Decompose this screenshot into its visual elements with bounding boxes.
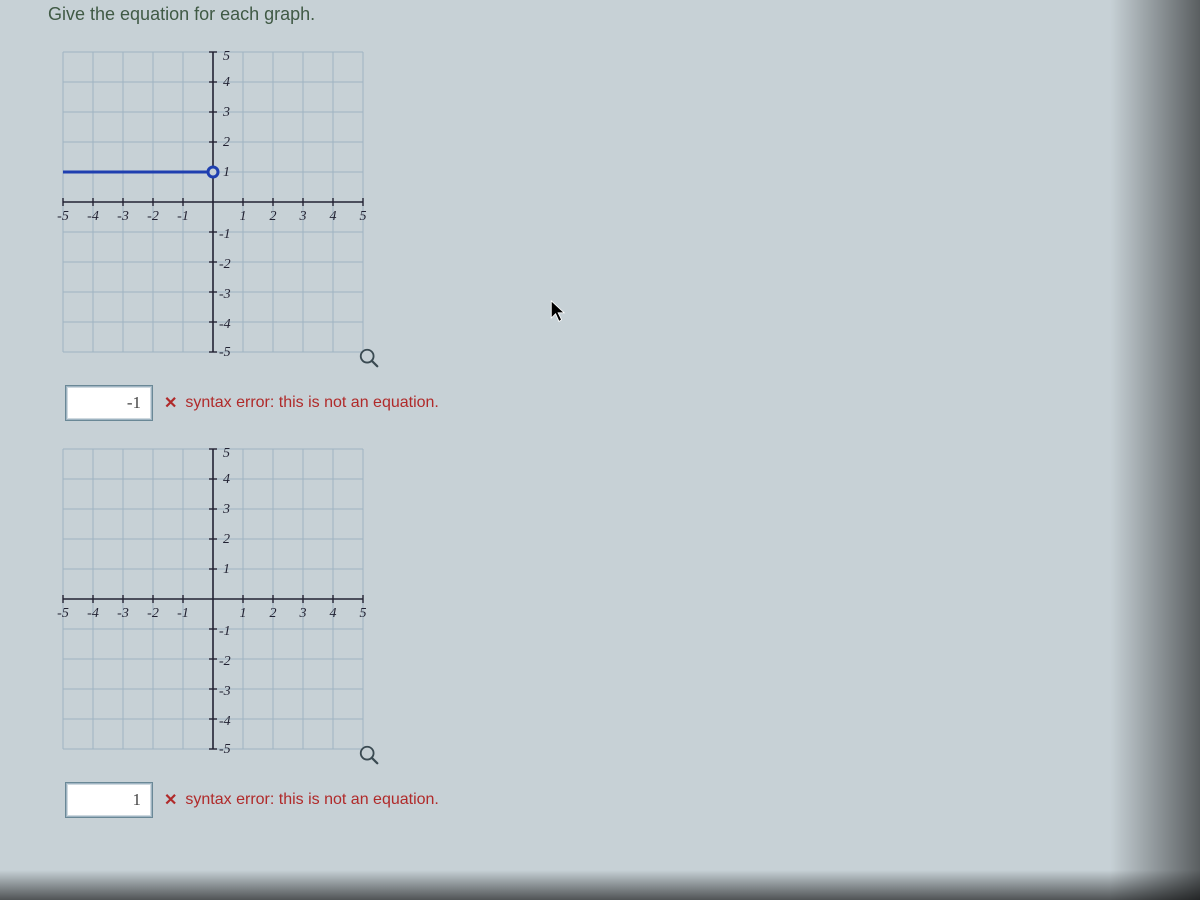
svg-text:5: 5 — [223, 446, 230, 461]
svg-text:4: 4 — [330, 606, 337, 621]
svg-text:4: 4 — [223, 75, 230, 90]
x-icon: ✕ — [164, 790, 177, 810]
svg-text:-4: -4 — [87, 209, 99, 224]
svg-text:-2: -2 — [147, 209, 159, 224]
answer-input-2[interactable] — [66, 783, 152, 817]
coordinate-grid-1: -5 -4 -3 -2 -1 1 2 3 4 5 1 2 3 4 5 -1 -2 — [48, 37, 378, 367]
svg-text:5: 5 — [360, 606, 367, 621]
svg-text:-3: -3 — [219, 287, 231, 302]
svg-text:2: 2 — [270, 606, 277, 621]
magnify-icon[interactable] — [358, 347, 380, 369]
svg-text:1: 1 — [240, 209, 247, 224]
svg-text:-5: -5 — [57, 606, 69, 621]
svg-text:-5: -5 — [219, 742, 231, 757]
svg-text:-5: -5 — [219, 345, 231, 360]
svg-text:-3: -3 — [219, 684, 231, 699]
svg-text:4: 4 — [223, 472, 230, 487]
svg-text:-1: -1 — [219, 624, 231, 639]
svg-text:5: 5 — [360, 209, 367, 224]
svg-text:-1: -1 — [219, 227, 231, 242]
graph-block-2: -5 -4 -3 -2 -1 1 2 3 4 5 1 2 3 4 5 -1 -2 — [48, 434, 1200, 817]
svg-text:5: 5 — [223, 49, 230, 64]
answer-input-1[interactable] — [66, 386, 152, 420]
svg-text:3: 3 — [299, 209, 307, 224]
error-text-2: syntax error: this is not an equation. — [185, 791, 438, 809]
error-text-1: syntax error: this is not an equation. — [185, 394, 438, 412]
svg-text:1: 1 — [223, 165, 230, 180]
svg-text:-1: -1 — [177, 606, 189, 621]
screen-edge-bottom — [0, 870, 1200, 900]
magnify-icon[interactable] — [358, 744, 380, 766]
svg-text:2: 2 — [223, 135, 230, 150]
svg-text:3: 3 — [299, 606, 307, 621]
svg-text:-4: -4 — [219, 317, 231, 332]
svg-text:-1: -1 — [177, 209, 189, 224]
svg-text:-2: -2 — [147, 606, 159, 621]
svg-text:-2: -2 — [219, 257, 231, 272]
plot-line-1 — [63, 167, 218, 177]
error-message-2: ✕ syntax error: this is not an equation. — [164, 790, 439, 810]
svg-text:2: 2 — [223, 532, 230, 547]
svg-text:-3: -3 — [117, 209, 129, 224]
coordinate-grid-2: -5 -4 -3 -2 -1 1 2 3 4 5 1 2 3 4 5 -1 -2 — [48, 434, 378, 764]
graph-block-1: -5 -4 -3 -2 -1 1 2 3 4 5 1 2 3 4 5 -1 -2 — [48, 37, 1200, 420]
svg-text:-4: -4 — [219, 714, 231, 729]
svg-text:-5: -5 — [57, 209, 69, 224]
svg-text:3: 3 — [222, 502, 230, 517]
error-message-1: ✕ syntax error: this is not an equation. — [164, 393, 439, 413]
svg-text:-3: -3 — [117, 606, 129, 621]
svg-text:-2: -2 — [219, 654, 231, 669]
svg-text:1: 1 — [240, 606, 247, 621]
page-title: Give the equation for each graph. — [48, 0, 1200, 37]
svg-text:3: 3 — [222, 105, 230, 120]
x-icon: ✕ — [164, 393, 177, 413]
svg-text:1: 1 — [223, 562, 230, 577]
svg-text:-4: -4 — [87, 606, 99, 621]
svg-text:2: 2 — [270, 209, 277, 224]
svg-text:4: 4 — [330, 209, 337, 224]
